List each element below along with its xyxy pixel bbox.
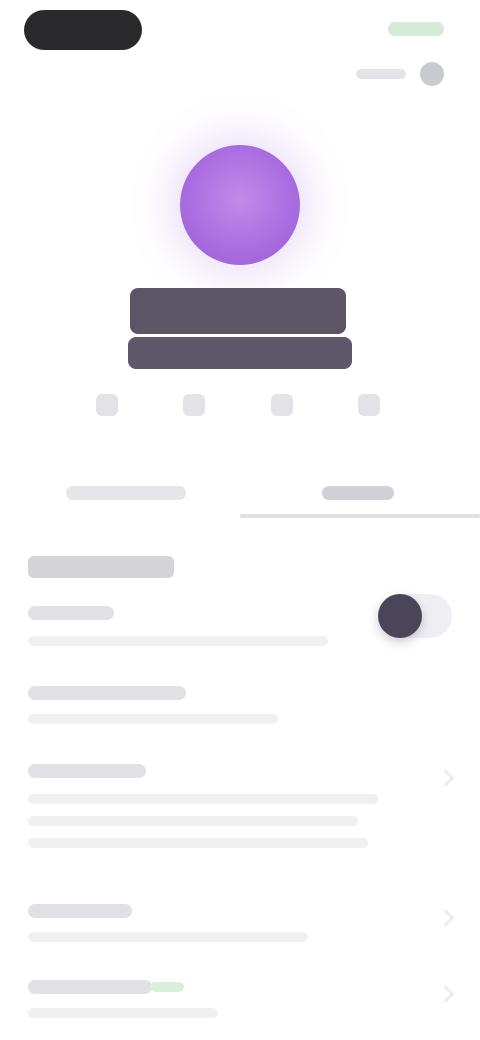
tab-2[interactable] bbox=[322, 486, 394, 500]
row-subtitle bbox=[28, 714, 278, 724]
new-badge bbox=[150, 982, 184, 992]
profile-tabs bbox=[0, 470, 480, 530]
action-icon-3[interactable] bbox=[270, 394, 293, 416]
top-right-menu[interactable] bbox=[356, 62, 444, 86]
row-subtitle-line-2 bbox=[28, 816, 358, 826]
menu-label-placeholder bbox=[356, 69, 406, 79]
status-indicator bbox=[388, 22, 444, 36]
profile-name-line-1 bbox=[130, 288, 346, 334]
active-tab-indicator bbox=[240, 514, 480, 518]
settings-row-4[interactable] bbox=[0, 904, 480, 954]
settings-row-5[interactable] bbox=[0, 980, 480, 1030]
profile-avatar[interactable] bbox=[180, 145, 300, 265]
section-title bbox=[28, 556, 174, 578]
action-icon-1[interactable] bbox=[96, 394, 118, 416]
row-title bbox=[28, 606, 114, 620]
row-subtitle bbox=[28, 1008, 218, 1018]
row-subtitle bbox=[28, 932, 308, 942]
profile-screen bbox=[0, 0, 480, 1040]
settings-row-2[interactable] bbox=[0, 686, 480, 736]
row-title bbox=[28, 980, 152, 994]
avatar-icon[interactable] bbox=[420, 62, 444, 86]
chevron-right-icon bbox=[437, 769, 455, 787]
action-icon-4[interactable] bbox=[357, 394, 380, 416]
row-title bbox=[28, 764, 146, 778]
action-icon-row bbox=[96, 394, 380, 418]
row-subtitle bbox=[28, 636, 328, 646]
toggle-knob bbox=[378, 594, 422, 638]
chevron-right-icon bbox=[437, 909, 455, 927]
settings-toggle[interactable] bbox=[378, 594, 452, 638]
back-pill-button[interactable] bbox=[24, 10, 142, 50]
chevron-right-icon bbox=[437, 985, 455, 1003]
settings-row-3[interactable] bbox=[0, 764, 480, 874]
row-subtitle-line-3 bbox=[28, 838, 368, 848]
row-title bbox=[28, 904, 132, 918]
profile-name-line-2 bbox=[128, 337, 352, 369]
settings-row-1[interactable] bbox=[0, 594, 480, 656]
action-icon-2[interactable] bbox=[183, 394, 206, 416]
row-subtitle-line-1 bbox=[28, 794, 378, 804]
tab-1[interactable] bbox=[66, 486, 186, 500]
row-title bbox=[28, 686, 186, 700]
